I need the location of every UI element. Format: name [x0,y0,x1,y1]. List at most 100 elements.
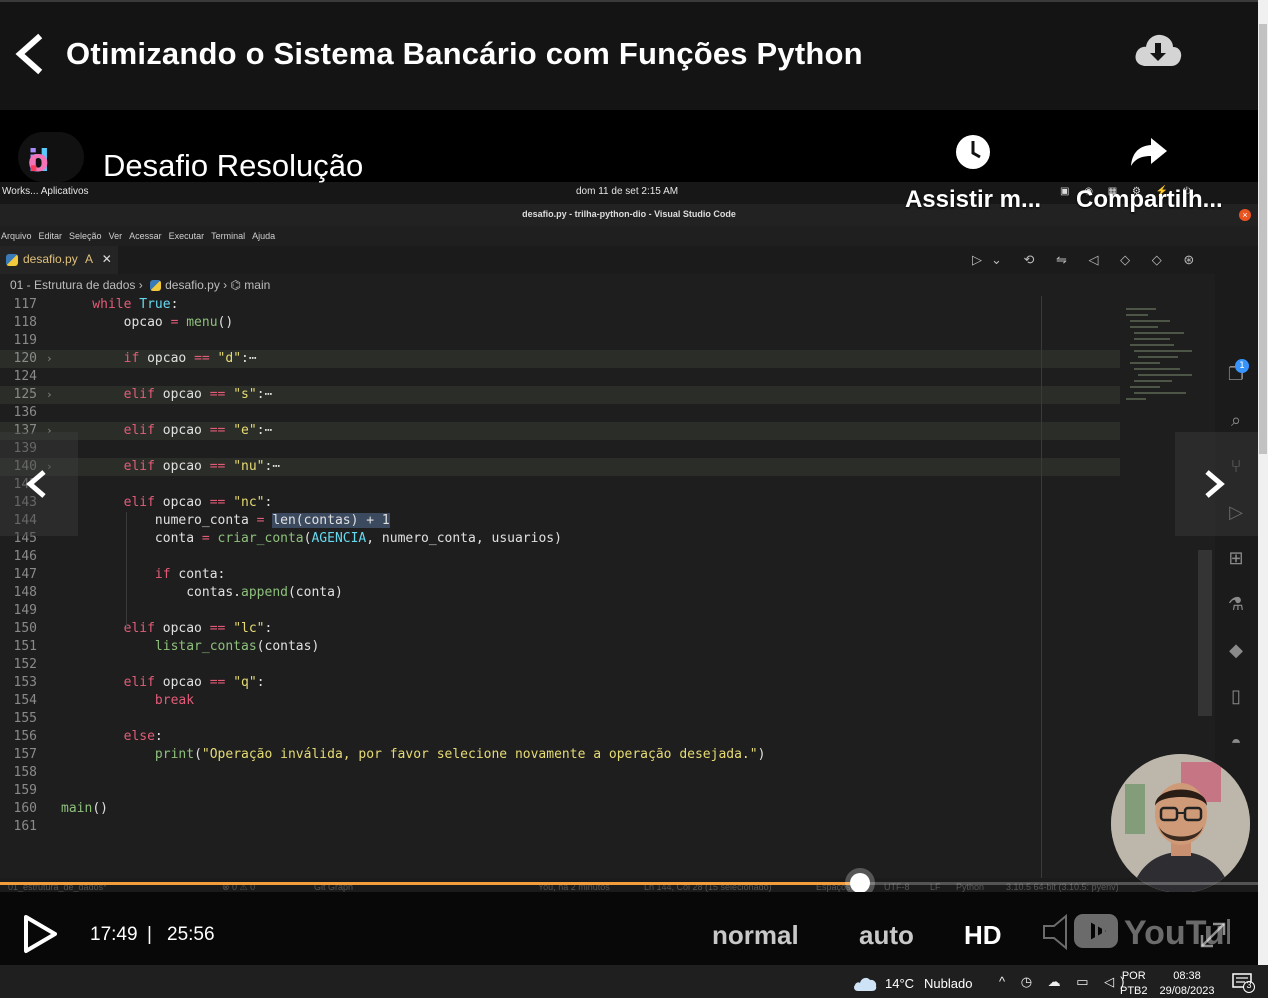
vscode-menu-item: Arquivo [1,231,32,241]
line-number: 147 [13,567,37,582]
code-token: append [241,585,288,600]
line-number: 161 [13,819,37,834]
fold-chevron-icon: › [46,352,53,365]
code-line: 147 if conta: [0,566,1120,584]
code-token: ( [194,747,202,762]
code-token: : [264,495,273,510]
fullscreen-button[interactable] [1198,920,1228,950]
vscode-menu-item: Terminal [211,231,246,241]
code-line: 159 [0,782,1120,800]
weather-condition[interactable]: Nublado [924,976,972,991]
vscode-close-icon: × [1239,209,1251,221]
editor-ruler [1041,296,1042,878]
back-button[interactable] [8,32,52,76]
line-number: 158 [13,765,37,780]
code-token: = [256,513,265,528]
desktop-top-bar: Works... Aplicativos dom 11 de set 2:15 … [0,182,1258,204]
channel-logo[interactable]: dio. [18,132,84,182]
code-token: menu [178,315,218,330]
tab-close-icon: ✕ [101,252,112,266]
watch-later-button[interactable]: Assistir m... [903,132,1043,214]
minimap-line [1134,350,1192,352]
vscode-menu-item: Executar [168,231,205,241]
playback-speed-button[interactable]: normal [712,920,799,951]
code-token: True [139,297,171,312]
code-token: , numero_conta, usuarios) [366,531,562,546]
video-title[interactable]: Desafio Resolução [103,148,363,184]
code-token: == [209,423,226,438]
line-number: 146 [13,549,37,564]
hd-button[interactable]: HD [964,920,1002,951]
windows-taskbar: 14°C Nublado ^ ◷ ☁ ▭ ◁) POR PTB2 08:38 2… [0,965,1268,998]
fold-chevron-icon: › [46,388,53,401]
code-text: else: [61,728,163,746]
minimap-line [1130,320,1170,322]
code-text: listar_contas(contas) [61,638,319,656]
code-token: opcao [154,675,210,690]
input-language[interactable]: POR PTB2 [1120,969,1148,998]
code-token: (contas) [256,639,320,654]
share-label: Compartilh... [1076,186,1223,213]
code-line: 125 › elif opcao == "s":⋯ [0,386,1120,404]
code-token: : [256,675,265,690]
code-line: 140 › elif opcao == "nu":⋯ [0,458,1120,476]
line-number: 159 [13,783,37,798]
quality-auto-button[interactable]: auto [859,920,914,951]
notification-center-button[interactable]: 3 [1232,973,1256,993]
code-token: : [170,297,179,312]
next-video-button[interactable] [1175,432,1258,536]
download-button[interactable] [1132,28,1184,72]
code-text: elif opcao == "nc": [61,494,273,512]
code-token: :⋯ [264,459,281,474]
code-text: if conta: [61,566,225,584]
code-token: ) [757,747,766,762]
play-icon [24,915,57,953]
code-line: 143 elif opcao == "nc": [0,494,1120,512]
line-number: 155 [13,711,37,726]
code-token: "d" [209,351,242,366]
code-line: 158 [0,764,1120,782]
system-tray-icons[interactable]: ^ ◷ ☁ ▭ ◁) [999,974,1131,990]
minimap-line [1134,392,1186,394]
editor-scrollbar-thumb [1198,550,1212,716]
cloud-icon[interactable] [852,974,878,992]
code-token: opcao [154,495,210,510]
weather-temperature[interactable]: 14°C [885,976,914,991]
code-line: 150 elif opcao == "lc": [0,620,1120,638]
share-button[interactable]: Compartilh... [1076,132,1223,214]
code-token: :⋯ [256,387,273,402]
code-token: contas. [61,585,242,600]
breadcrumb-folder: 01 - Estrutura de dados [10,278,136,292]
line-number: 117 [13,297,37,312]
code-text: print("Operação inválida, por favor sele… [61,746,766,764]
page-scrollbar[interactable] [1258,0,1268,965]
notification-count: 3 [1246,980,1252,990]
desktop-clock: dom 11 de set 2:15 AM [576,186,679,197]
code-token: opcao [154,387,210,402]
time-separator: | [147,924,152,945]
code-text: elif opcao == "s":⋯ [61,386,273,404]
indent-guide [126,512,127,628]
code-token: opcao [154,423,210,438]
vscode-titlebar: desafio.py - trilha-python-dio - Visual … [0,204,1258,226]
minimap-line [1138,356,1178,358]
video-player[interactable]: Works... Aplicativos dom 11 de set 2:15 … [0,110,1258,965]
code-token: conta [61,531,202,546]
line-number: 157 [13,747,37,762]
clock-date: 29/08/2023 [1159,985,1215,997]
editor-tab: desafio.py A ✕ [0,246,118,274]
taskbar-clock[interactable]: 08:38 29/08/2023 [1156,969,1218,998]
code-token: == [209,495,226,510]
code-line: 137 › elif opcao == "e":⋯ [0,422,1120,440]
progress-fill [0,882,861,885]
code-token: elif [61,621,155,636]
code-text: elif opcao == "lc": [61,620,273,638]
minimap-line [1130,344,1174,346]
extensions-icon: ⊞ [1228,548,1244,568]
page-scrollbar-thumb[interactable] [1259,24,1267,454]
previous-video-button[interactable] [0,432,78,536]
line-number: 150 [13,621,37,636]
code-token: opcao [154,621,210,636]
code-text: conta = criar_conta(AGENCIA, numero_cont… [61,530,562,548]
play-button[interactable] [22,914,58,954]
